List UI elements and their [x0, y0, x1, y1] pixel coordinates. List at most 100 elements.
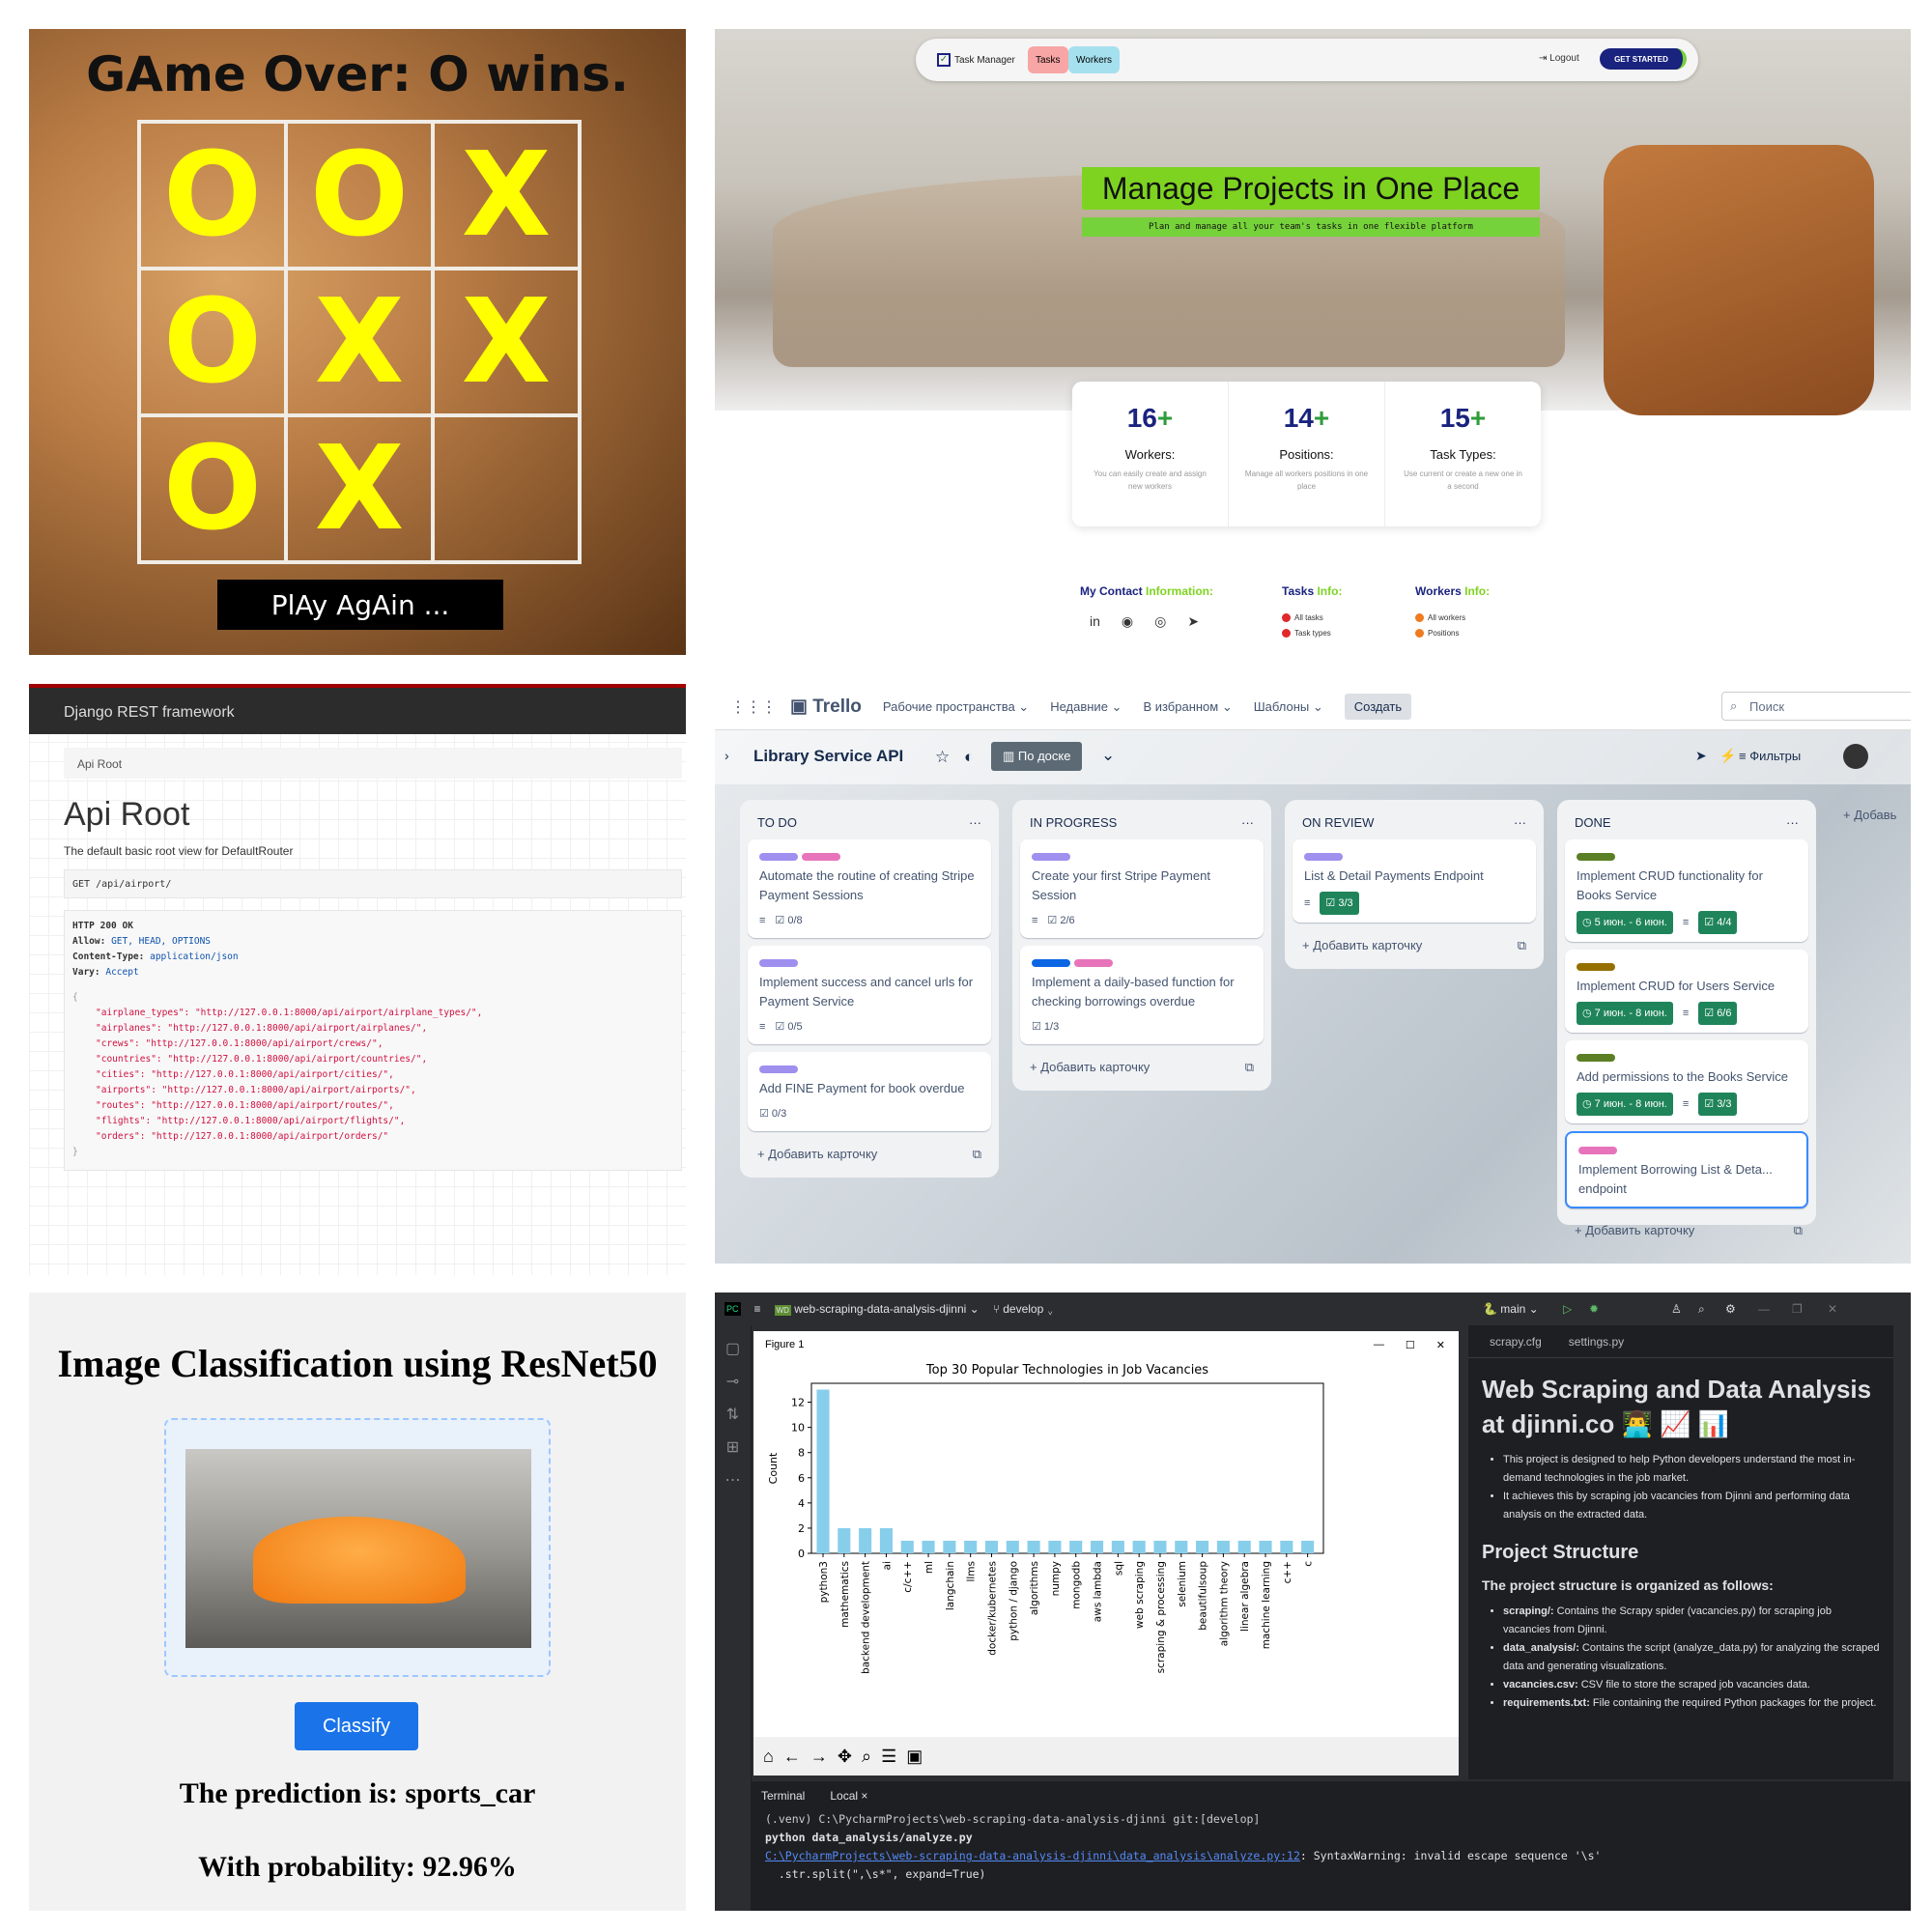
forward-icon[interactable]: → [810, 1747, 828, 1767]
card[interactable]: Implement a daily-based function for che… [1020, 946, 1264, 1044]
pull-requests-icon[interactable]: ⇅ [715, 1405, 751, 1424]
board-view-button[interactable]: ▥ По доске [991, 742, 1083, 771]
create-button[interactable]: Создать [1344, 694, 1412, 720]
run-config-selector[interactable]: 🐍 main ⌄ [1483, 1302, 1539, 1316]
board-cell[interactable]: X [433, 122, 580, 269]
avatar[interactable] [1843, 744, 1868, 769]
json-line[interactable]: "routes": "http://127.0.0.1:8000/api/air… [72, 1098, 673, 1114]
board-cell[interactable]: O [139, 415, 286, 562]
structure-icon[interactable]: ⊞ [715, 1437, 751, 1457]
minimize-icon[interactable]: — [1758, 1302, 1770, 1316]
linkedin-icon[interactable]: in [1090, 613, 1100, 630]
menu-workspaces[interactable]: Рабочие пространства ⌄ [883, 699, 1029, 715]
telegram-icon[interactable]: ➤ [1187, 613, 1199, 630]
more-icon[interactable]: ··· [969, 815, 981, 830]
star-icon[interactable]: ☆ [935, 748, 950, 767]
add-card-button[interactable]: + Добавить карточку ⧉ [1020, 1052, 1264, 1083]
drf-topbar[interactable]: Django REST framework [29, 684, 686, 734]
visibility-icon[interactable]: ◐ [964, 748, 974, 767]
board-cell[interactable]: X [286, 269, 433, 415]
filters-button[interactable]: ≡ Фильтры [1739, 749, 1801, 763]
template-icon[interactable]: ⧉ [1518, 938, 1526, 953]
folder-icon[interactable]: ▢ [715, 1339, 751, 1358]
card[interactable]: Implement Borrowing List & Deta... endpo… [1565, 1131, 1808, 1208]
image-dropzone[interactable] [164, 1418, 551, 1677]
json-line[interactable]: "crews": "http://127.0.0.1:8000/api/airp… [72, 1037, 673, 1052]
home-icon[interactable]: ⌂ [763, 1747, 774, 1767]
board-cell[interactable]: O [139, 269, 286, 415]
json-line[interactable]: "countries": "http://127.0.0.1:8000/api/… [72, 1052, 673, 1067]
lightning-icon[interactable]: ⚡ [1719, 748, 1736, 764]
restore-icon[interactable]: ❐ [1792, 1302, 1803, 1316]
template-icon[interactable]: ⧉ [1245, 1060, 1254, 1075]
classify-button[interactable]: Classify [295, 1702, 418, 1750]
brand-link[interactable]: ✓ Task Manager [937, 53, 1015, 67]
configure-icon[interactable]: ☰ [881, 1747, 896, 1767]
more-icon[interactable]: ⋯ [715, 1470, 751, 1490]
main-menu-icon[interactable]: ≡ [754, 1302, 761, 1316]
template-icon[interactable]: ⧉ [1794, 1223, 1803, 1238]
github-icon[interactable]: ◉ [1122, 613, 1133, 630]
sidebar-toggle-icon[interactable]: › [724, 748, 729, 763]
send-icon[interactable]: ➤ [1695, 748, 1707, 764]
menu-templates[interactable]: Шаблоны ⌄ [1254, 699, 1323, 715]
more-icon[interactable]: ··· [1786, 815, 1799, 830]
all-tasks-link[interactable]: All tasks [1282, 613, 1323, 622]
card[interactable]: Add FINE Payment for book overdue ☑ 0/3 [748, 1052, 991, 1131]
list-title[interactable]: DONE [1575, 815, 1611, 830]
tab-terminal[interactable]: Terminal [761, 1789, 805, 1803]
close-icon[interactable]: ✕ [1828, 1302, 1837, 1316]
list-title[interactable]: IN PROGRESS [1030, 815, 1117, 830]
tab-scrapy-cfg[interactable]: scrapy.cfg [1490, 1335, 1542, 1349]
menu-starred[interactable]: В избранном ⌄ [1143, 699, 1232, 715]
run-icon[interactable]: ▷ [1563, 1302, 1572, 1316]
json-line[interactable]: "orders": "http://127.0.0.1:8000/api/air… [72, 1129, 673, 1145]
add-card-button[interactable]: + Добавить карточку ⧉ [748, 1139, 991, 1170]
search-icon[interactable]: ⌕ [1698, 1302, 1705, 1317]
project-selector[interactable]: WD web-scraping-data-analysis-djinni ⌄ [774, 1302, 980, 1316]
json-line[interactable]: "airplane_types": "http://127.0.0.1:8000… [72, 1006, 673, 1021]
save-icon[interactable]: ▣ [906, 1747, 923, 1767]
minimize-icon[interactable]: — [1374, 1339, 1384, 1351]
user-icon[interactable]: ♙ [1671, 1302, 1682, 1316]
trello-logo[interactable]: ▣ Trello [790, 696, 862, 718]
more-icon[interactable]: ··· [1241, 815, 1254, 830]
card[interactable]: Add permissions to the Books Service ◷ 7 … [1565, 1040, 1808, 1123]
card[interactable]: List & Detail Payments Endpoint ≡ ☑ 3/3 [1293, 839, 1536, 923]
add-list-button[interactable]: + Добавь [1843, 808, 1896, 822]
nav-workers[interactable]: Workers [1068, 46, 1121, 73]
file-link[interactable]: C:\PycharmProjects\web-scraping-data-ana… [765, 1849, 1300, 1862]
chevron-down-icon[interactable]: ⌄ [1101, 746, 1115, 765]
nav-tasks[interactable]: Tasks [1028, 46, 1068, 73]
template-icon[interactable]: ⧉ [973, 1147, 981, 1162]
task-types-link[interactable]: Task types [1282, 629, 1331, 638]
card[interactable]: Automate the routine of creating Stripe … [748, 839, 991, 938]
breadcrumb[interactable]: Api Root [64, 748, 682, 779]
search-input[interactable]: ⌕ Поиск [1721, 692, 1911, 721]
close-icon[interactable]: ✕ [1436, 1339, 1445, 1351]
card[interactable]: Create your first Stripe Payment Session… [1020, 839, 1264, 938]
board-title[interactable]: Library Service API [753, 747, 903, 766]
json-line[interactable]: "flights": "http://127.0.0.1:8000/api/ai… [72, 1114, 673, 1129]
branch-selector[interactable]: ⑂ develop ⌄ [993, 1302, 1054, 1316]
card[interactable]: Implement CRUD functionality for Books S… [1565, 839, 1808, 942]
board-cell[interactable]: O [139, 122, 286, 269]
add-card-button[interactable]: + Добавить карточку ⧉ [1293, 930, 1536, 961]
menu-recent[interactable]: Недавние ⌄ [1050, 699, 1122, 715]
logout-link[interactable]: ⇥ Logout [1539, 53, 1579, 64]
tab-local[interactable]: Local × [830, 1789, 867, 1803]
card[interactable]: Implement success and cancel urls for Pa… [748, 946, 991, 1044]
json-line[interactable]: "cities": "http://127.0.0.1:8000/api/air… [72, 1067, 673, 1083]
instagram-icon[interactable]: ◎ [1154, 613, 1166, 630]
list-title[interactable]: TO DO [757, 815, 797, 830]
board-cell[interactable] [433, 415, 580, 562]
back-icon[interactable]: ← [783, 1747, 801, 1767]
list-title[interactable]: ON REVIEW [1302, 815, 1374, 830]
positions-link[interactable]: Positions [1415, 629, 1459, 638]
zoom-icon[interactable]: ⌕ [862, 1747, 871, 1767]
all-workers-link[interactable]: All workers [1415, 613, 1465, 622]
json-line[interactable]: "airplanes": "http://127.0.0.1:8000/api/… [72, 1021, 673, 1037]
apps-grid-icon[interactable]: ⋮⋮⋮ [730, 697, 777, 717]
board-cell[interactable]: X [286, 415, 433, 562]
commit-icon[interactable]: ⊸ [715, 1372, 751, 1391]
